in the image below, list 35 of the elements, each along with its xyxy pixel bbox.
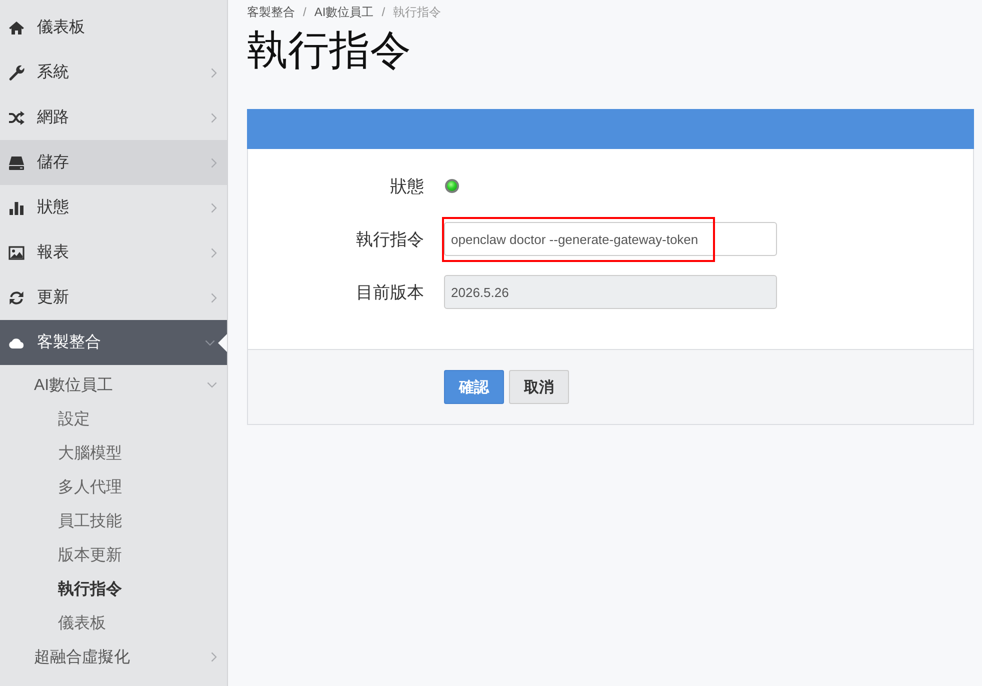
- sidebar-item[interactable]: 狀態: [0, 185, 227, 230]
- shuffle-icon: [8, 110, 25, 126]
- sidebar-item[interactable]: 系統: [0, 50, 227, 95]
- sidebar-item[interactable]: 報表: [0, 230, 227, 275]
- sidebar-item[interactable]: 更新: [0, 275, 227, 320]
- submenu-item[interactable]: 員工技能: [0, 504, 227, 538]
- refresh-icon: [8, 290, 25, 306]
- submenu-item[interactable]: 版本更新: [0, 538, 227, 572]
- breadcrumb-separator: /: [380, 5, 386, 19]
- submenu-item[interactable]: 設定: [0, 402, 227, 436]
- image-icon: [8, 244, 25, 260]
- home-icon: [8, 20, 25, 36]
- submenu-item[interactable]: 執行指令: [0, 572, 227, 606]
- breadcrumb-link[interactable]: 客製整合: [247, 5, 295, 19]
- field-label: 狀態: [390, 176, 424, 198]
- input-field[interactable]: openclaw doctor --generate-gateway-token: [444, 222, 777, 256]
- breadcrumb-current: 執行指令: [393, 5, 442, 19]
- cancel-button[interactable]: 取消: [509, 370, 569, 404]
- wrench-icon: [8, 64, 25, 80]
- bar-chart-icon: [8, 200, 25, 216]
- field-label: 目前版本: [356, 282, 424, 304]
- submenu-item[interactable]: 儀表板: [0, 606, 227, 640]
- sidebar-item[interactable]: 網路: [0, 95, 227, 140]
- hard-drive-icon: [8, 154, 25, 170]
- submenu-item[interactable]: 大腦模型: [0, 436, 227, 470]
- sidebar-item[interactable]: 儀表板: [0, 5, 227, 50]
- sidebar-item[interactable]: 儲存: [0, 140, 227, 185]
- sidebar-item[interactable]: 客製整合: [0, 320, 227, 365]
- submenu-item[interactable]: 超融合虛擬化: [0, 640, 227, 674]
- submenu-item[interactable]: 多人代理: [0, 470, 227, 504]
- page-title: 執行指令: [247, 26, 411, 75]
- submenu-item[interactable]: AI數位員工: [0, 368, 227, 402]
- breadcrumb-link[interactable]: AI數位員工: [314, 5, 374, 19]
- field-label: 執行指令: [356, 228, 424, 250]
- breadcrumb-separator: /: [302, 5, 308, 19]
